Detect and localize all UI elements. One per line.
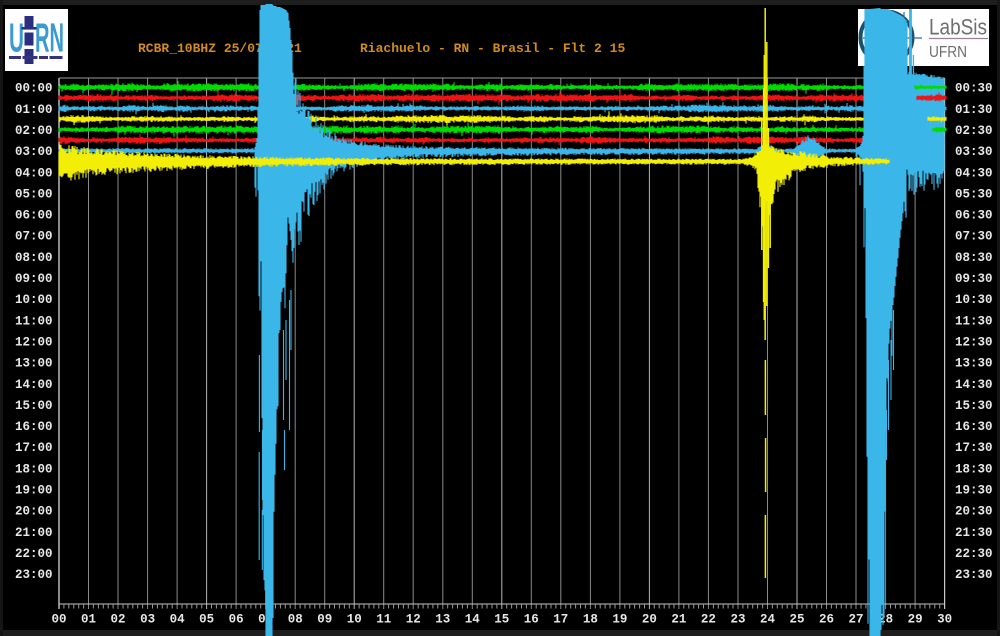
svg-text:14:00: 14:00 <box>15 378 53 392</box>
svg-text:09: 09 <box>317 613 332 627</box>
svg-text:08:30: 08:30 <box>955 251 993 265</box>
svg-text:13: 13 <box>435 613 450 627</box>
svg-text:18:00: 18:00 <box>15 462 53 476</box>
svg-text:14:30: 14:30 <box>955 378 993 392</box>
svg-text:04:00: 04:00 <box>15 166 53 180</box>
svg-text:04:30: 04:30 <box>955 166 993 180</box>
svg-text:23:00: 23:00 <box>15 568 53 582</box>
svg-text:04: 04 <box>170 613 186 627</box>
svg-text:11:00: 11:00 <box>15 314 53 328</box>
svg-text:07:30: 07:30 <box>955 230 993 244</box>
svg-text:29: 29 <box>908 613 923 627</box>
svg-text:15:00: 15:00 <box>15 399 53 413</box>
svg-text:11: 11 <box>376 613 391 627</box>
svg-text:02:30: 02:30 <box>955 124 993 138</box>
svg-text:23:30: 23:30 <box>955 568 993 582</box>
svg-text:10:00: 10:00 <box>15 293 53 307</box>
svg-text:12:00: 12:00 <box>15 336 53 350</box>
svg-text:00: 00 <box>51 613 66 627</box>
svg-text:03:00: 03:00 <box>15 145 53 159</box>
svg-text:27: 27 <box>848 613 863 627</box>
svg-text:13:30: 13:30 <box>955 357 993 371</box>
svg-text:10:30: 10:30 <box>955 293 993 307</box>
svg-text:08: 08 <box>288 613 303 627</box>
svg-text:09:00: 09:00 <box>15 272 53 286</box>
svg-text:00:00: 00:00 <box>15 82 53 96</box>
svg-text:22:00: 22:00 <box>15 547 53 561</box>
svg-text:12:30: 12:30 <box>955 336 993 350</box>
svg-text:18:30: 18:30 <box>955 462 993 476</box>
svg-text:05: 05 <box>199 613 214 627</box>
svg-text:21:00: 21:00 <box>15 526 53 540</box>
svg-text:02: 02 <box>110 613 125 627</box>
svg-text:Riachuelo - RN - Brasil - Flt: Riachuelo - RN - Brasil - Flt 2 15 <box>360 41 625 56</box>
svg-text:LabSis: LabSis <box>929 15 987 40</box>
svg-text:19:30: 19:30 <box>955 484 993 498</box>
svg-text:01:00: 01:00 <box>15 103 53 117</box>
svg-text:03:30: 03:30 <box>955 145 993 159</box>
svg-text:06:30: 06:30 <box>955 209 993 223</box>
svg-text:22: 22 <box>701 613 716 627</box>
svg-text:17:30: 17:30 <box>955 441 993 455</box>
svg-text:20: 20 <box>642 613 657 627</box>
svg-text:26: 26 <box>819 613 834 627</box>
svg-text:RN: RN <box>35 15 64 61</box>
svg-text:01:30: 01:30 <box>955 103 993 117</box>
svg-text:11:30: 11:30 <box>955 314 993 328</box>
svg-text:05:30: 05:30 <box>955 188 993 202</box>
svg-text:22:30: 22:30 <box>955 547 993 561</box>
svg-text:16:30: 16:30 <box>955 420 993 434</box>
svg-text:09:30: 09:30 <box>955 272 993 286</box>
svg-text:15:30: 15:30 <box>955 399 993 413</box>
svg-text:18: 18 <box>583 613 598 627</box>
svg-text:17: 17 <box>553 613 568 627</box>
svg-text:19: 19 <box>612 613 627 627</box>
svg-text:01: 01 <box>81 613 96 627</box>
svg-text:05:00: 05:00 <box>15 188 53 202</box>
svg-text:08:00: 08:00 <box>15 251 53 265</box>
svg-text:00:30: 00:30 <box>955 82 993 96</box>
svg-text:14: 14 <box>465 613 481 627</box>
svg-text:16:00: 16:00 <box>15 420 53 434</box>
svg-text:13:00: 13:00 <box>15 357 53 371</box>
svg-text:U: U <box>9 15 24 61</box>
svg-text:16: 16 <box>524 613 539 627</box>
svg-text:23: 23 <box>730 613 745 627</box>
svg-text:25: 25 <box>789 613 804 627</box>
svg-text:03: 03 <box>140 613 155 627</box>
svg-text:21: 21 <box>671 613 686 627</box>
svg-text:10: 10 <box>347 613 362 627</box>
svg-text:12: 12 <box>406 613 421 627</box>
svg-text:UFRN: UFRN <box>929 44 967 61</box>
svg-text:02:00: 02:00 <box>15 124 53 138</box>
svg-text:20:30: 20:30 <box>955 505 993 519</box>
svg-text:19:00: 19:00 <box>15 484 53 498</box>
svg-text:17:00: 17:00 <box>15 441 53 455</box>
svg-text:07:00: 07:00 <box>15 230 53 244</box>
svg-text:21:30: 21:30 <box>955 526 993 540</box>
svg-text:30: 30 <box>937 613 952 627</box>
svg-text:06: 06 <box>229 613 244 627</box>
svg-text:06:00: 06:00 <box>15 209 53 223</box>
svg-text:24: 24 <box>760 613 776 627</box>
svg-text:20:00: 20:00 <box>15 505 53 519</box>
svg-text:15: 15 <box>494 613 509 627</box>
